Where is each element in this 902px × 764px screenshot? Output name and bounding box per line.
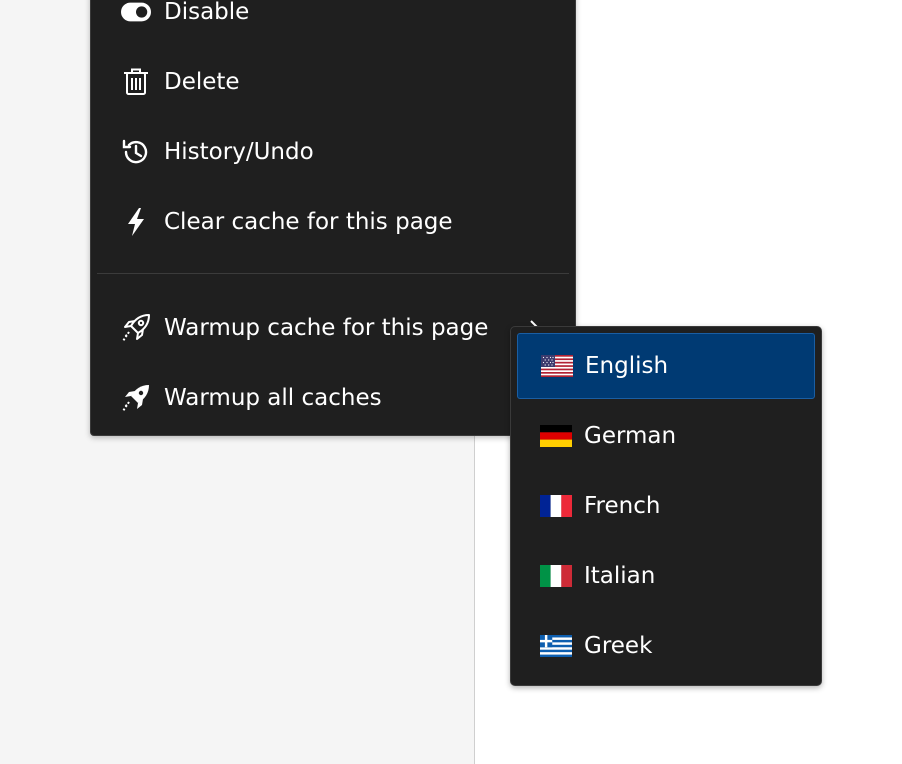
- menu-item-label: Disable: [164, 0, 250, 25]
- it-flag-icon: [540, 565, 572, 587]
- gr-flag-icon: [540, 635, 572, 657]
- lightning-icon: [121, 207, 151, 237]
- menu-item-label: Clear cache for this page: [164, 209, 453, 235]
- submenu-item-italian[interactable]: Italian: [517, 543, 815, 609]
- submenu-item-label: English: [585, 353, 669, 379]
- submenu-item-french[interactable]: French: [517, 473, 815, 539]
- fr-flag-icon: [540, 495, 572, 517]
- menu-item-label: History/Undo: [164, 139, 314, 165]
- submenu-item-label: German: [584, 423, 677, 449]
- menu-item-history-undo[interactable]: History/Undo: [91, 122, 575, 182]
- submenu-item-german[interactable]: German: [517, 403, 815, 469]
- menu-divider: [97, 273, 569, 274]
- history-icon: [121, 137, 151, 167]
- submenu-item-label: Italian: [584, 563, 656, 589]
- de-flag-icon: [540, 425, 572, 447]
- submenu-item-english[interactable]: English: [517, 333, 815, 399]
- us-flag-icon: [541, 355, 573, 377]
- trash-icon: [121, 67, 151, 97]
- submenu-item-label: French: [584, 493, 661, 519]
- menu-item-delete[interactable]: Delete: [91, 52, 575, 112]
- toggle-icon: [121, 0, 151, 27]
- menu-item-label: Delete: [164, 69, 240, 95]
- menu-item-warmup-page[interactable]: Warmup cache for this page: [91, 298, 575, 358]
- submenu-item-greek[interactable]: Greek: [517, 613, 815, 679]
- rocket-icon: [121, 383, 151, 413]
- context-menu: Disable Delete History/Undo Clear cache …: [90, 0, 576, 436]
- menu-item-clear-cache[interactable]: Clear cache for this page: [91, 192, 575, 252]
- menu-item-warmup-all[interactable]: Warmup all caches: [91, 368, 575, 428]
- menu-item-disable[interactable]: Disable: [91, 0, 575, 42]
- rocket-outline-icon: [121, 313, 151, 343]
- menu-item-label: Warmup all caches: [164, 385, 382, 411]
- language-submenu: English German French Italian Greek: [510, 326, 822, 686]
- submenu-item-label: Greek: [584, 633, 653, 659]
- menu-item-label: Warmup cache for this page: [164, 315, 489, 341]
